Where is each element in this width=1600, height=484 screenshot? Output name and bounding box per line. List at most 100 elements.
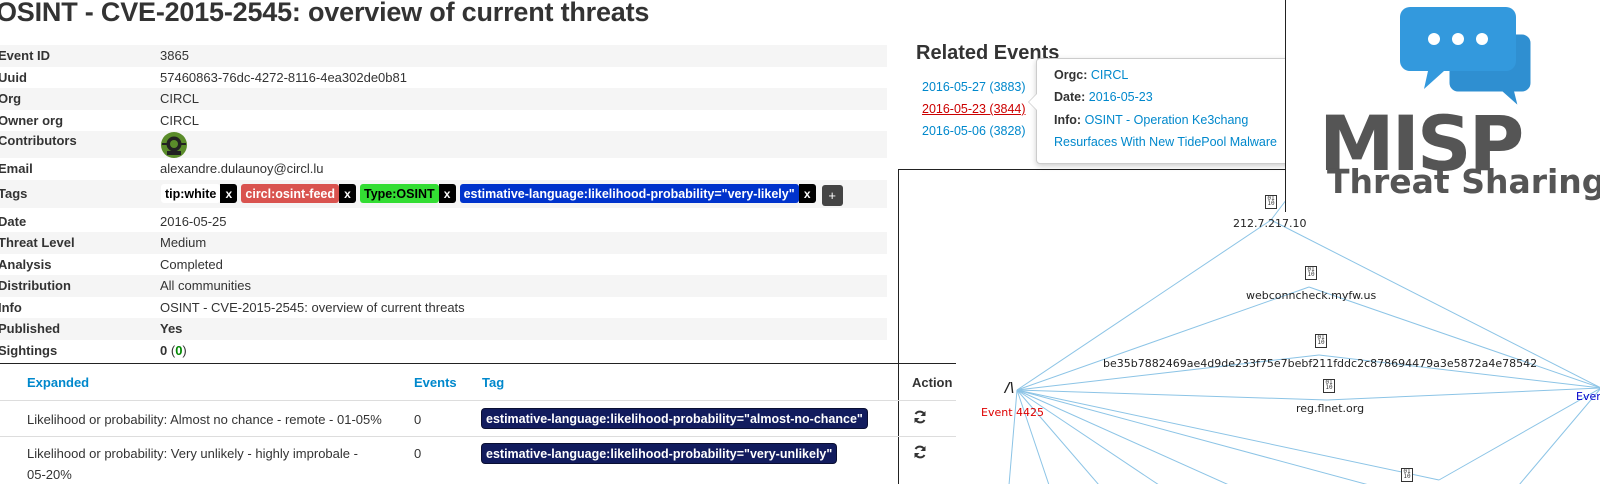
owner-org-label: Owner org <box>0 112 64 128</box>
expanded-cell: Likelihood or probability: Almost no cha… <box>27 412 382 427</box>
related-event-link-hovered[interactable]: 2016-05-23 (3844) <box>922 102 1026 116</box>
related-event-popover: Orgc: CIRCL Date: 2016-05-23 Info: OSINT… <box>1028 58 1296 164</box>
analysis-label: Analysis <box>0 256 52 272</box>
domain-node-icon[interactable]: 01 10 <box>1323 379 1335 393</box>
sightings-count: 0 <box>160 342 168 358</box>
tag-cell: estimative-language:likelihood-probabili… <box>482 409 867 428</box>
event-node-label-right: Ever <box>1576 390 1600 403</box>
event-node-icon[interactable]: /\ <box>1005 381 1015 396</box>
graph-node-label: be35b7882469ae4d9de233f75e7bebf211fddc2c… <box>1103 357 1538 370</box>
date-value: 2016-05-25 <box>160 213 227 229</box>
org-link[interactable]: CIRCL <box>160 91 199 106</box>
related-event-link[interactable]: 2016-05-27 (3883) <box>922 80 1026 94</box>
row-owner-org: Owner org CIRCL <box>0 110 887 132</box>
popover-colon: : <box>1081 90 1086 104</box>
tag-list: tip:white x circl:osint-feed x Type:OSINT x… <box>161 181 843 206</box>
events-count-link[interactable]: 0 <box>414 412 421 427</box>
taxonomy-tag[interactable]: estimative-language:likelihood-probabili… <box>482 444 837 463</box>
distribution-label: Distribution <box>0 278 71 294</box>
sightings-count-green[interactable]: 0 <box>175 343 182 358</box>
domain-node-icon[interactable]: 01 10 <box>1305 266 1317 280</box>
related-event-link[interactable]: 2016-05-06 (3828) <box>922 124 1026 138</box>
row-analysis: Analysis Completed <box>0 254 887 276</box>
taxonomy-tag-table: Expanded Events Tag Action Likelihood or… <box>0 363 956 482</box>
table-row: Likelihood or probability: Very unlikely… <box>0 437 956 484</box>
row-email: Email alexandre.dulaunoy@circl.lu <box>0 158 887 180</box>
popover-orgc: Orgc: CIRCL <box>1054 68 1128 82</box>
analysis-value: Completed <box>160 256 223 272</box>
tag-tip-white[interactable]: tip:white <box>161 184 221 203</box>
circl-avatar-icon <box>161 132 187 158</box>
add-tag-button[interactable]: + <box>821 185 843 206</box>
uuid-value: 57460863-76dc-4272-8116-4ea302de0b81 <box>160 69 407 85</box>
tags-label: Tags <box>0 186 28 201</box>
contributor-avatar[interactable] <box>160 131 188 159</box>
tag-remove-button[interactable]: x <box>438 184 456 203</box>
info-label: Info <box>0 299 22 315</box>
row-date: Date 2016-05-25 <box>0 211 887 233</box>
row-uuid: Uuid 57460863-76dc-4272-8116-4ea302de0b8… <box>0 67 887 89</box>
tag-remove-button[interactable]: x <box>798 184 816 203</box>
taxonomy-tag[interactable]: estimative-language:likelihood-probabili… <box>482 409 867 428</box>
row-org: Org CIRCL <box>0 88 887 110</box>
hash-node-icon[interactable]: 01 10 <box>1315 334 1327 348</box>
tag-circl-osint-feed[interactable]: circl:osint-feed <box>241 184 339 203</box>
misp-logo-subtitle: Threat Sharing <box>1327 162 1600 201</box>
owner-org-link[interactable]: CIRCL <box>160 113 199 128</box>
row-event-id: Event ID 3865 <box>0 45 887 67</box>
expanded-cell-line1: Likelihood or probability: Very unlikely… <box>27 446 358 461</box>
events-count-link[interactable]: 0 <box>414 446 421 461</box>
ip-node-icon[interactable]: 01 10 <box>1265 195 1277 209</box>
tag-cell: estimative-language:likelihood-probabili… <box>482 444 837 463</box>
event-id-value: 3865 <box>160 48 189 64</box>
popover-info-link[interactable]: OSINT - Operation Ke3chang <box>1085 113 1249 127</box>
popover-orgc-label: Orgc <box>1054 68 1084 82</box>
refresh-icon[interactable] <box>913 445 927 459</box>
action-column-header: Action <box>912 375 953 390</box>
expanded-column-header[interactable]: Expanded <box>27 375 89 390</box>
email-value: alexandre.dulaunoy@circl.lu <box>160 161 324 177</box>
row-contributors: Contributors <box>0 131 887 158</box>
node-icon[interactable]: 01 10 <box>1401 468 1413 482</box>
info-value: OSINT - CVE-2015-2545: overview of curre… <box>160 299 465 315</box>
tag-very-likely[interactable]: estimative-language:likelihood-probabili… <box>459 184 799 203</box>
graph-node-label: 212.7.217.10 <box>1233 217 1307 230</box>
row-distribution: Distribution All communities <box>0 275 887 297</box>
expanded-cell-line2: 05-20% <box>27 467 72 482</box>
refresh-icon[interactable] <box>913 410 927 424</box>
table-header: Expanded Events Tag Action <box>0 364 956 401</box>
row-sightings: Sightings 0 (0) <box>0 340 887 362</box>
tag-remove-button[interactable]: x <box>339 184 356 203</box>
popover-date-label: Date <box>1054 90 1082 104</box>
popover-colon: : <box>1083 68 1088 82</box>
threat-level-label: Threat Level <box>0 235 75 251</box>
uuid-label: Uuid <box>0 69 27 85</box>
popover-arrow <box>1028 93 1037 111</box>
popover-info: Info: OSINT - Operation Ke3chang <box>1054 113 1248 127</box>
tag-column-header[interactable]: Tag <box>482 375 504 390</box>
email-label: Email <box>0 161 33 177</box>
tag-remove-button[interactable]: x <box>220 184 238 203</box>
graph-node-label: webconncheck.myfw.us <box>1246 289 1377 302</box>
popover-info-link-line2[interactable]: Resurfaces With New TidePool Malware <box>1054 135 1277 149</box>
events-column-header[interactable]: Events <box>414 375 457 390</box>
date-label: Date <box>0 213 27 229</box>
distribution-value: All communities <box>160 278 252 294</box>
event-details-table: Event ID 3865 Uuid 57460863-76dc-4272-81… <box>0 45 887 361</box>
popover-date-link[interactable]: 2016-05-23 <box>1089 90 1153 104</box>
correlation-graph[interactable]: 01 10 212.7.217.10 01 10 webconncheck.myfw… <box>898 169 1600 484</box>
popover-info-label: Info <box>1054 113 1077 127</box>
published-label: Published <box>0 321 61 337</box>
tag-type-osint[interactable]: Type:OSINT <box>360 184 439 203</box>
table-row: Likelihood or probability: Almost no cha… <box>0 401 956 437</box>
popover-orgc-link[interactable]: CIRCL <box>1091 68 1129 82</box>
event-id-label: Event ID <box>0 48 51 64</box>
page-title: OSINT - CVE-2015-2545: overview of curre… <box>0 0 650 27</box>
row-threat-level: Threat Level Medium <box>0 232 887 254</box>
sightings-value: 0 (0) <box>160 342 187 358</box>
sightings-label: Sightings <box>0 342 58 358</box>
row-info: Info OSINT - CVE-2015-2545: overview of … <box>0 297 887 319</box>
contributors-label: Contributors <box>0 133 77 148</box>
row-published: Published Yes <box>0 318 887 340</box>
event-node-label: Event 4425 <box>981 406 1045 419</box>
